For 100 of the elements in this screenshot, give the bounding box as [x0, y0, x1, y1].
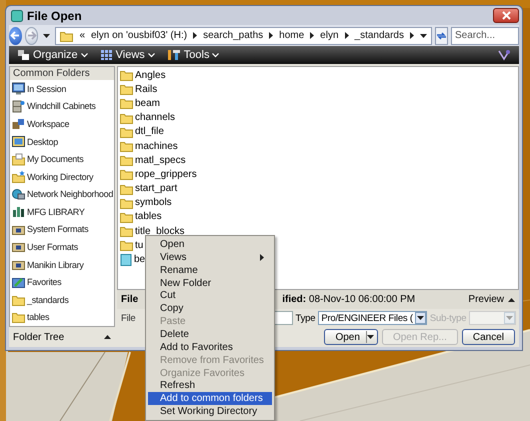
close-icon — [502, 11, 510, 20]
folder-icon — [120, 182, 133, 195]
overflow-chevrons[interactable]: « — [79, 30, 85, 41]
folder-icon — [120, 154, 133, 166]
file-item[interactable]: be — [118, 252, 146, 267]
file-item[interactable]: tables — [118, 210, 162, 224]
file-item[interactable]: matl_specs — [118, 153, 186, 168]
refresh-icon — [436, 30, 447, 40]
chevron-icon[interactable] — [193, 32, 198, 39]
menu-item[interactable]: New Folder — [148, 276, 272, 290]
file-item[interactable]: Angles — [118, 68, 166, 82]
file-item[interactable]: start_part — [118, 182, 178, 196]
file-item[interactable]: tu — [118, 238, 144, 252]
menu-item[interactable]: Views — [148, 250, 272, 264]
menu-item[interactable]: Open — [148, 238, 272, 251]
sidebar-item[interactable]: Windchill Cabinets — [10, 98, 114, 116]
sidebar-item[interactable]: tables — [10, 308, 114, 326]
breadcrumb[interactable]: _standards — [354, 30, 404, 41]
file-item[interactable]: dtl_file — [118, 124, 164, 139]
preview-toggle[interactable]: Preview — [468, 294, 515, 305]
field-label: File — [121, 312, 136, 324]
type-dropdown[interactable]: Pro/ENGINEER Files ( — [318, 311, 427, 325]
file-item[interactable]: rope_grippers — [118, 167, 197, 182]
sidebar-item[interactable]: My Documents — [10, 150, 114, 168]
folder-icon — [120, 112, 133, 124]
dropdown-icon — [416, 316, 424, 320]
back-button[interactable] — [9, 26, 22, 44]
help-icon[interactable] — [497, 49, 511, 61]
box-icon — [12, 258, 25, 272]
folder-icon — [12, 170, 25, 184]
organize-icon — [17, 49, 30, 61]
dropdown-icon — [506, 316, 513, 320]
sidebar-item[interactable]: In Session — [10, 80, 114, 98]
sidebar-item[interactable]: Working Directory — [10, 168, 114, 186]
toolbar-button[interactable]: Views — [100, 49, 155, 61]
menu-item[interactable]: Delete — [148, 328, 272, 341]
dropdown-icon[interactable] — [420, 34, 427, 38]
close-button[interactable] — [493, 8, 519, 23]
tools-icon — [166, 49, 181, 61]
folder-icon — [120, 225, 133, 238]
refresh-button[interactable] — [435, 26, 448, 44]
file-item[interactable]: machines — [118, 138, 178, 154]
menu-item[interactable]: Add to Favorites — [148, 340, 272, 354]
search-field[interactable]: Search... — [451, 26, 519, 44]
sidebar-item[interactable]: User Formats — [10, 238, 114, 256]
folder-icon — [120, 83, 133, 96]
sidebar-item[interactable]: _standards — [10, 290, 114, 309]
window-icon — [11, 10, 23, 22]
folder-icon — [120, 239, 133, 252]
toolbar-button[interactable]: Organize — [17, 49, 88, 61]
file-item[interactable]: Rails — [118, 82, 158, 96]
caret-icon — [212, 52, 220, 58]
cabinet-icon — [12, 100, 25, 113]
folder-icon — [120, 210, 133, 223]
sidebar-item[interactable]: Favorites — [10, 273, 114, 291]
submenu-arrow-icon — [260, 254, 264, 261]
folder-tree-toggle[interactable]: Folder Tree — [13, 332, 64, 342]
breadcrumb[interactable]: elyn on 'ousbif03' (H:) — [91, 30, 188, 41]
menu-item[interactable]: Refresh — [148, 379, 272, 392]
dialog-button[interactable]: Cancel — [462, 329, 515, 345]
sidebar-item[interactable]: Workspace — [10, 115, 114, 133]
open-button[interactable]: Open — [324, 329, 378, 345]
breadcrumb[interactable]: elyn — [320, 30, 339, 41]
file-item[interactable]: symbols — [118, 196, 172, 210]
history-dropdown[interactable] — [41, 32, 52, 40]
folder-icon — [60, 30, 74, 42]
folder-icon — [120, 126, 133, 138]
breadcrumb[interactable]: search_paths — [203, 30, 264, 41]
chevron-icon[interactable] — [269, 32, 274, 39]
folder-icon — [120, 168, 133, 180]
breadcrumb[interactable]: home — [279, 30, 304, 41]
caret-icon — [43, 34, 50, 38]
toolbar-button[interactable]: Tools — [166, 49, 220, 61]
sidebar-item[interactable]: Manikin Library — [10, 256, 114, 274]
menu-item[interactable]: Add to common folders — [148, 392, 272, 406]
modified-date: ified: 08-Nov-10 06:00:00 PM — [282, 294, 416, 305]
chevron-icon[interactable] — [344, 32, 349, 39]
field-label: Sub-type — [430, 312, 466, 324]
network-icon — [12, 188, 25, 201]
sidebar-item[interactable]: Desktop — [10, 132, 114, 150]
file-item[interactable]: beam — [118, 96, 160, 111]
menu-item[interactable]: Set Working Directory — [148, 405, 272, 418]
caret-icon — [80, 52, 88, 58]
folder-icon — [120, 69, 133, 82]
file-item[interactable]: channels — [118, 110, 176, 125]
folder-icon — [120, 97, 133, 110]
caret-icon — [367, 335, 374, 339]
menu-item[interactable]: Rename — [148, 264, 272, 277]
sidebar-item[interactable]: MFG LIBRARY — [10, 203, 114, 221]
caret-icon — [148, 52, 155, 58]
sidebar-item[interactable]: Network Neighborhood — [10, 185, 114, 204]
menu-item[interactable]: Copy — [148, 302, 272, 316]
sidebar-item[interactable]: System Formats — [10, 220, 114, 238]
address-bar[interactable]: « elyn on 'ousbif03' (H:) search_paths home elyn _standards — [55, 26, 432, 44]
chevron-icon[interactable] — [310, 32, 314, 39]
chevron-icon[interactable] — [410, 32, 414, 39]
views-icon — [100, 49, 113, 61]
collapse-icon[interactable] — [104, 335, 111, 339]
expand-icon — [508, 298, 515, 302]
menu-item[interactable]: Cut — [148, 289, 272, 302]
